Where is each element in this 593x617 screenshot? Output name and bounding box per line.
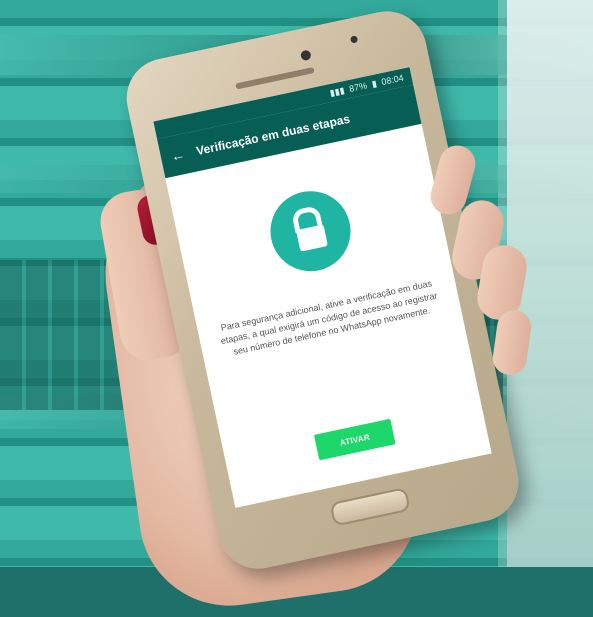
home-button[interactable] <box>329 486 411 527</box>
signal-icon: ▮▮▮ <box>328 84 346 98</box>
back-arrow-icon[interactable]: ← <box>169 146 186 165</box>
activate-button[interactable]: ATIVAR <box>313 418 396 461</box>
front-camera <box>299 49 312 62</box>
sensor <box>349 35 359 44</box>
phone-speaker <box>235 67 315 90</box>
battery-icon: ▮ <box>370 77 378 89</box>
lock-badge <box>263 183 358 279</box>
phone-screen: ▮▮▮ 87% ▮ 08:04 ← Verificação em duas et… <box>153 67 492 508</box>
description-text: Para segurança adicional, ative a verifi… <box>219 278 439 357</box>
lock-body <box>295 224 328 252</box>
battery-level: 87% <box>348 80 368 94</box>
clock: 08:04 <box>380 72 405 88</box>
